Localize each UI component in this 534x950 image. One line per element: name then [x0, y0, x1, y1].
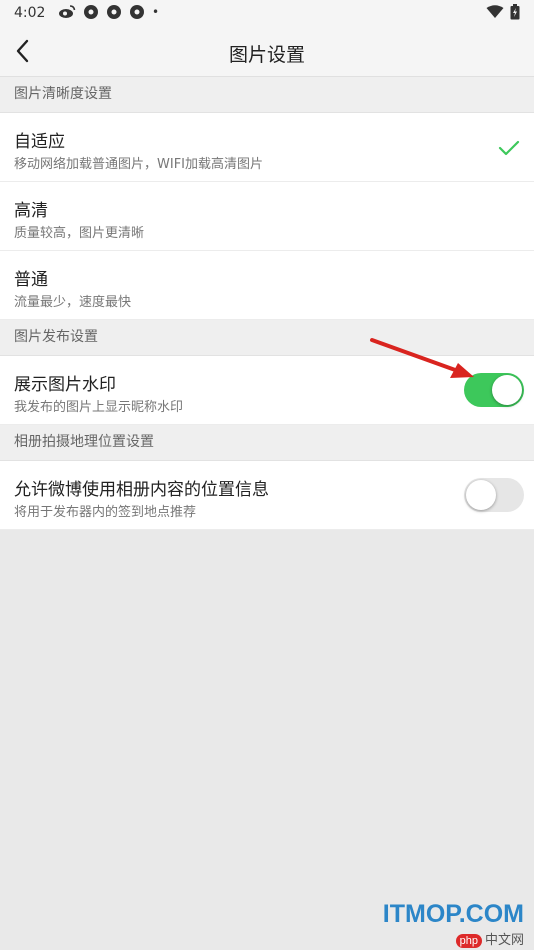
- watermark-badge: php: [455, 934, 482, 948]
- option-title: 高清: [14, 201, 48, 221]
- status-time: 4:02: [14, 5, 46, 21]
- app-notification-icon: [107, 5, 121, 19]
- toggle-knob: [492, 375, 522, 405]
- setting-subtitle: 将用于发布器内的签到地点推荐: [14, 505, 197, 520]
- red-arrow-annotation: [370, 338, 474, 378]
- option-subtitle: 移动网络加载普通图片，WIFI加载高清图片: [14, 157, 263, 172]
- more-notifications-dot: •: [152, 5, 160, 19]
- battery-icon: [510, 4, 520, 20]
- wifi-icon: [486, 5, 504, 18]
- status-right-icons: [486, 4, 520, 20]
- weibo-icon: [59, 5, 76, 18]
- location-toggle[interactable]: [464, 478, 524, 512]
- section-header-location: 相册拍摄地理位置设置: [0, 425, 534, 461]
- quality-option-normal[interactable]: 普通 流量最少，速度最快: [0, 251, 534, 320]
- quality-option-hd[interactable]: 高清 质量较高，图片更清晰: [0, 182, 534, 251]
- option-title: 普通: [14, 270, 48, 290]
- app-notification-icon: [84, 5, 98, 19]
- watermark-site: 中文网: [484, 933, 524, 948]
- setting-title: 展示图片水印: [14, 375, 116, 395]
- location-setting-row: 允许微博使用相册内容的位置信息 将用于发布器内的签到地点推荐: [0, 461, 534, 530]
- option-subtitle: 质量较高，图片更清晰: [14, 226, 145, 241]
- status-bar: 4:02 •: [0, 0, 534, 26]
- checkmark-icon: [498, 140, 520, 156]
- toggle-knob: [466, 480, 496, 510]
- page-title: 图片设置: [228, 44, 305, 66]
- option-title: 自适应: [14, 132, 65, 152]
- app-notification-icon: [130, 5, 144, 19]
- section-header-quality: 图片清晰度设置: [0, 77, 534, 113]
- setting-title: 允许微博使用相册内容的位置信息: [14, 480, 269, 500]
- quality-option-adaptive[interactable]: 自适应 移动网络加载普通图片，WIFI加载高清图片: [0, 113, 534, 182]
- option-subtitle: 流量最少，速度最快: [14, 295, 132, 310]
- site-watermark: ITMOP.COM php 中文网: [383, 900, 524, 948]
- watermark-brand: ITMOP.COM: [382, 900, 524, 928]
- title-bar: 图片设置: [0, 26, 534, 77]
- setting-subtitle: 我发布的图片上显示昵称水印: [14, 400, 184, 415]
- notification-icons: •: [58, 4, 159, 20]
